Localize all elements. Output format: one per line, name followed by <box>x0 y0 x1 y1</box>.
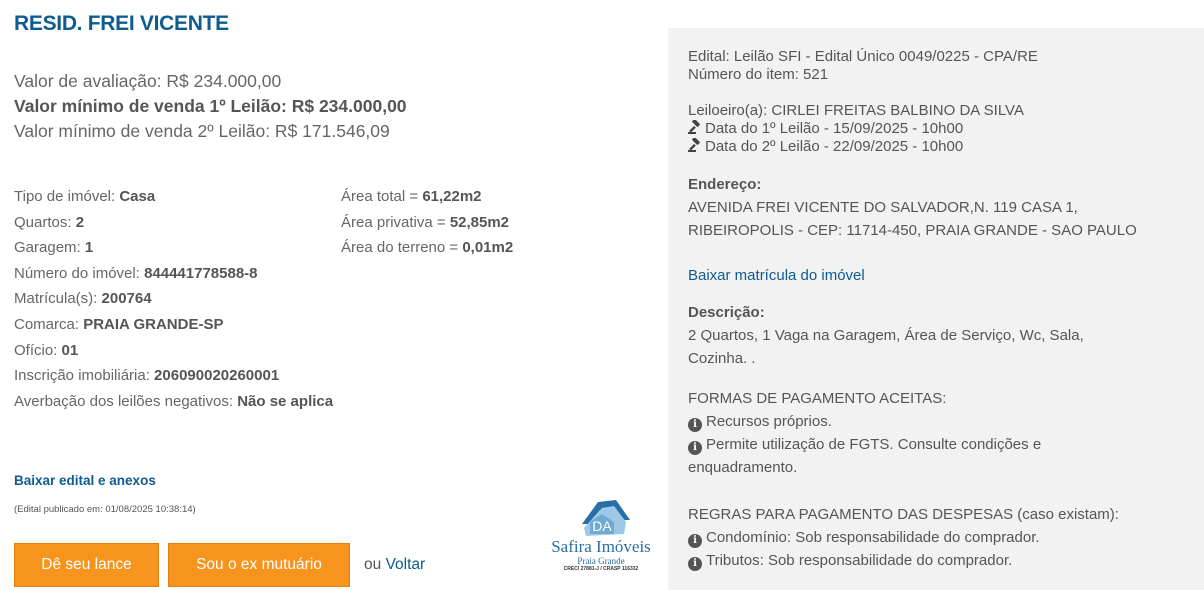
forma-recursos-proprios: i Recursos próprios. <box>688 410 1041 433</box>
info-averbacao: Averbação dos leilões negativos: Não se … <box>14 392 334 410</box>
valor-avaliacao: Valor de avaliação: R$ 234.000,00 <box>14 71 282 91</box>
descricao-line-2: Cozinha. . <box>688 350 756 367</box>
data-1-leilao: Data do 1º Leilão - 15/09/2025 - 10h00 <box>688 120 1024 138</box>
info-area-privativa: Área privativa = 52,85m2 <box>341 213 510 231</box>
forma-fgts: i Permite utilização de FGTS. Consulte co… <box>688 433 1041 456</box>
voltar-row: ou Voltar <box>364 556 426 573</box>
regras-label: REGRAS PARA PAGAMENTO DAS DESPESAS (caso… <box>688 506 1119 523</box>
endereco-line-2: RIBEIROPOLIS - CEP: 11714-450, PRAIA GRA… <box>688 222 1137 239</box>
info-comarca: Comarca: PRAIA GRANDE-SP <box>14 315 224 333</box>
info-tipo: Tipo de imóvel: Casa <box>14 188 156 205</box>
forma-fgts-cont: enquadramento. <box>688 459 798 476</box>
info-matricula: Matrícula(s): 200764 <box>14 290 152 308</box>
de-seu-lance-button[interactable]: Dê seu lance <box>14 543 159 587</box>
leiloeiro-block: Leiloeiro(a): CIRLEI FREITAS BALBINO DA … <box>688 102 1024 156</box>
data-2-leilao: Data do 2º Leilão - 22/09/2025 - 10h00 <box>688 138 1024 156</box>
endereco-label: Endereço: <box>688 176 762 193</box>
edital-publicado-date: (Edital publicado em: 01/08/2025 10:38:1… <box>14 504 196 515</box>
gavel-icon <box>688 120 700 134</box>
matricula-block: Baixar matrícula do imóvel <box>688 264 865 287</box>
logo-sub: Praia Grande <box>577 556 625 566</box>
auction-details-panel: Edital: Leilão SFI - Edital Único 0049/0… <box>668 28 1204 590</box>
info-garagem: Garagem: 1 <box>14 239 94 257</box>
regra-condominio: i Condomínio: Sob responsabilidade do com… <box>688 526 1119 549</box>
edital-text: Edital: Leilão SFI - Edital Único 0049/0… <box>688 48 1038 65</box>
valores-block: Valor de avaliação: R$ 234.000,00 Valor … <box>14 69 407 144</box>
valor-minimo-1-leilao: Valor mínimo de venda 1º Leilão: R$ 234.… <box>14 96 407 116</box>
gavel-icon <box>688 138 700 152</box>
logo-name: Safira Imóveis <box>551 537 651 556</box>
baixar-edital-link[interactable]: Baixar edital e anexos <box>14 473 156 488</box>
formas-label: FORMAS DE PAGAMENTO ACEITAS: <box>688 390 947 407</box>
info-oficio: Ofício: 01 <box>14 341 79 359</box>
info-area-terreno: Área do terreno = 0,01m2 <box>341 239 514 257</box>
leiloeiro-text: Leiloeiro(a): CIRLEI FREITAS BALBINO DA … <box>688 102 1024 119</box>
info-circle-icon: i <box>688 418 702 432</box>
descricao-block: Descrição: 2 Quartos, 1 Vaga na Garagem,… <box>688 301 1084 370</box>
info-quartos: Quartos: 2 <box>14 213 85 231</box>
property-info-right: Área total = 61,22m2 Área privativa = 52… <box>341 184 513 261</box>
endereco-block: Endereço: AVENIDA FREI VICENTE DO SALVAD… <box>688 173 1137 242</box>
formas-pagamento-block: FORMAS DE PAGAMENTO ACEITAS: i Recursos p… <box>688 387 1041 479</box>
info-circle-icon: i <box>688 534 702 548</box>
baixar-matricula-link[interactable]: Baixar matrícula do imóvel <box>688 267 865 284</box>
logo-initials: DA <box>592 518 612 534</box>
house-logo-icon: DA <box>582 500 630 536</box>
descricao-line-1: 2 Quartos, 1 Vaga na Garagem, Área de Se… <box>688 327 1084 344</box>
logo-creci: CRECI 27881-J / CRASP 116332 <box>563 566 639 572</box>
page-title: RESID. FREI VICENTE <box>14 12 229 35</box>
voltar-link[interactable]: Voltar <box>386 556 426 573</box>
edital-block: Edital: Leilão SFI - Edital Único 0049/0… <box>688 48 1038 84</box>
info-circle-icon: i <box>688 557 702 571</box>
endereco-line-1: AVENIDA FREI VICENTE DO SALVADOR,N. 119 … <box>688 199 1078 216</box>
info-area-total: Área total = 61,22m2 <box>341 188 482 205</box>
regras-despesas-block: REGRAS PARA PAGAMENTO DAS DESPESAS (caso… <box>688 503 1119 572</box>
info-circle-icon: i <box>688 441 702 455</box>
info-numero-imovel: Número do imóvel: 844441778588-8 <box>14 264 258 282</box>
valor-minimo-2-leilao: Valor mínimo de venda 2º Leilão: R$ 171.… <box>14 121 390 141</box>
property-info-left: Tipo de imóvel: Casa Quartos: 2 Garagem:… <box>14 184 334 414</box>
safira-imoveis-logo: DA Safira Imóveis Praia Grande CRECI 278… <box>538 494 664 574</box>
numero-item-text: Número do item: 521 <box>688 66 829 83</box>
info-inscricao: Inscrição imobiliária: 206090020260001 <box>14 367 280 385</box>
descricao-label: Descrição: <box>688 304 765 321</box>
sou-ex-mutuario-button[interactable]: Sou o ex mutuário <box>168 543 350 587</box>
regra-tributos: i Tributos: Sob responsabilidade do compr… <box>688 549 1119 572</box>
